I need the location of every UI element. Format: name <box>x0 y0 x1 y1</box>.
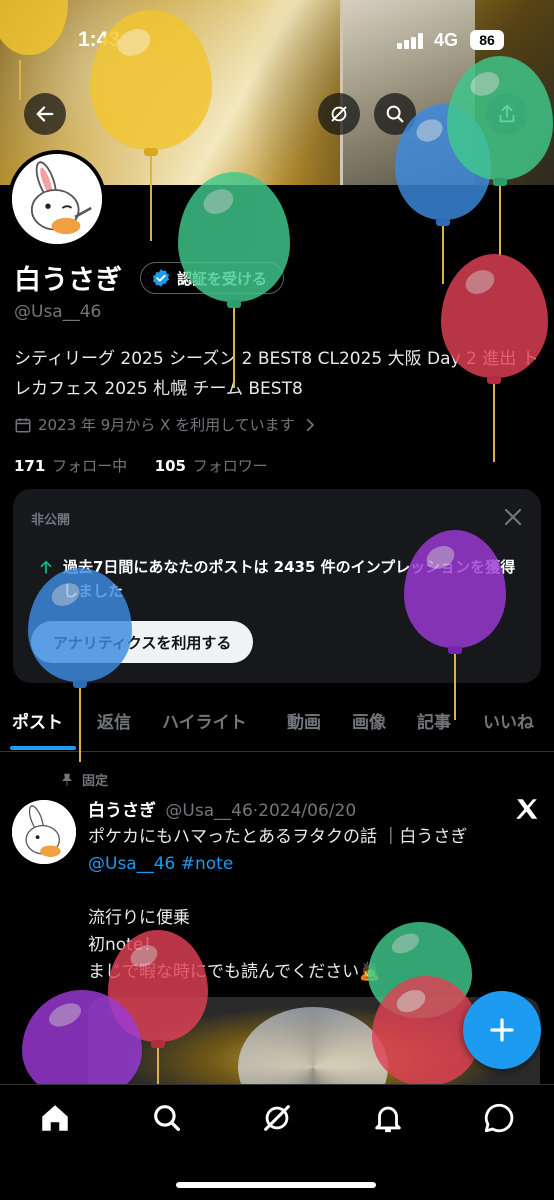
profile-name: 白うさぎ <box>14 265 122 296</box>
x-logo-icon <box>516 799 538 819</box>
analytics-message: 過去7日間にあなたのポストは 2435 件のインプレッションを獲得しました <box>37 555 523 603</box>
trending-up-icon <box>40 560 52 574</box>
get-verified-button[interactable]: 認証を受ける <box>140 262 285 294</box>
share-button[interactable] <box>486 93 528 135</box>
pinned-indicator: 固定 <box>60 770 108 789</box>
plus-icon <box>490 1018 514 1042</box>
back-button[interactable] <box>24 93 66 135</box>
profile-avatar[interactable] <box>8 150 106 248</box>
grok-icon <box>264 1105 290 1131</box>
status-time: 1:43 <box>78 28 121 51</box>
nav-notifications[interactable] <box>371 1101 405 1135</box>
tab-likes[interactable]: いいね <box>483 708 534 733</box>
nav-messages[interactable] <box>482 1101 516 1135</box>
joined-text: 2023 年 9月から X を利用しています <box>38 416 295 434</box>
pinned-label: 固定 <box>82 774 109 789</box>
nav-grok[interactable] <box>260 1101 294 1135</box>
signal-icon <box>397 33 425 49</box>
get-verified-label: 認証を受ける <box>177 269 268 288</box>
tab-replies[interactable]: 返信 <box>97 708 131 733</box>
post-date[interactable]: 2024/06/20 <box>258 801 356 821</box>
analytics-card: 非公開 過去7日間にあなたのポストは 2435 件のインプレッションを獲得しまし… <box>13 489 541 683</box>
avatar-rabbit-image <box>12 154 102 244</box>
search-button[interactable] <box>374 93 416 135</box>
message-icon <box>484 1103 514 1133</box>
private-label: 非公開 <box>31 513 71 528</box>
close-icon[interactable] <box>501 505 525 529</box>
nav-home[interactable] <box>38 1101 72 1135</box>
profile-tabs: ポスト 返信 ハイライト 動画 画像 記事 いいね <box>0 698 554 752</box>
post-link[interactable]: @Usa__46 #note <box>88 851 540 878</box>
post-line: ポケカにもハマったとあるヲタクの話 ｜白うさぎ <box>88 827 468 847</box>
nav-search[interactable] <box>150 1101 184 1135</box>
joined-date[interactable]: 2023 年 9月から X を利用しています <box>14 414 319 435</box>
following-label: フォロー中 <box>52 457 128 475</box>
arrow-left-icon <box>36 106 54 122</box>
tab-posts[interactable]: ポスト <box>12 708 63 733</box>
search-icon <box>154 1105 181 1132</box>
tab-highlights[interactable]: ハイライト <box>162 708 247 733</box>
followers-label: フォロワー <box>192 457 268 475</box>
home-indicator <box>176 1182 376 1188</box>
tab-videos[interactable]: 動画 <box>287 708 321 733</box>
analytics-cta-button[interactable]: アナリティクスを利用する <box>31 621 254 663</box>
home-icon <box>42 1105 68 1131</box>
active-tab-indicator <box>10 746 76 750</box>
following-link[interactable]: 171 フォロー中 <box>14 457 127 475</box>
post-author-avatar[interactable] <box>12 800 76 864</box>
post-line: 初note！ <box>88 935 161 955</box>
tab-media[interactable]: 画像 <box>352 708 386 733</box>
post-line: 流行りに便乗 <box>88 908 190 928</box>
bell-icon <box>375 1106 401 1133</box>
calendar-icon <box>15 417 31 432</box>
followers-count: 105 <box>154 457 186 475</box>
grok-button[interactable] <box>318 93 360 135</box>
search-icon <box>386 105 404 123</box>
post-author-handle[interactable]: @Usa__46 <box>165 801 252 821</box>
post-author-name[interactable]: 白うさぎ <box>88 801 156 821</box>
tab-articles[interactable]: 記事 <box>417 708 451 733</box>
share-icon <box>499 104 515 123</box>
chevron-right-icon <box>306 418 314 431</box>
battery-icon: 86 <box>470 30 504 50</box>
pin-icon <box>61 773 73 786</box>
network-type: 4G <box>434 30 459 50</box>
analytics-message-text: 過去7日間にあなたのポストは 2435 件のインプレッションを獲得しました <box>63 558 516 600</box>
profile-bio: シティリーグ 2025 シーズン 2 BEST8 CL2025 大阪 Day 2… <box>14 349 539 399</box>
post-body[interactable]: ポケカにもハマったとあるヲタクの話 ｜白うさぎ @Usa__46 #note 流… <box>88 824 540 986</box>
verified-badge-icon <box>152 269 170 287</box>
post-line: まじで暇な時にでも読んでください🙇 <box>88 962 381 982</box>
following-count: 171 <box>14 457 46 475</box>
status-bar: 1:43 4G 86 <box>0 26 554 56</box>
follow-stats: 171 フォロー中 105 フォロワー <box>14 455 268 476</box>
avatar-rabbit-image <box>12 800 76 864</box>
compose-button[interactable] <box>463 991 541 1069</box>
followers-link[interactable]: 105 フォロワー <box>155 457 268 475</box>
profile-handle: @Usa__46 <box>14 302 102 322</box>
post-header: 白うさぎ @Usa__46·2024/06/20 <box>88 801 357 821</box>
grok-icon <box>331 106 347 122</box>
